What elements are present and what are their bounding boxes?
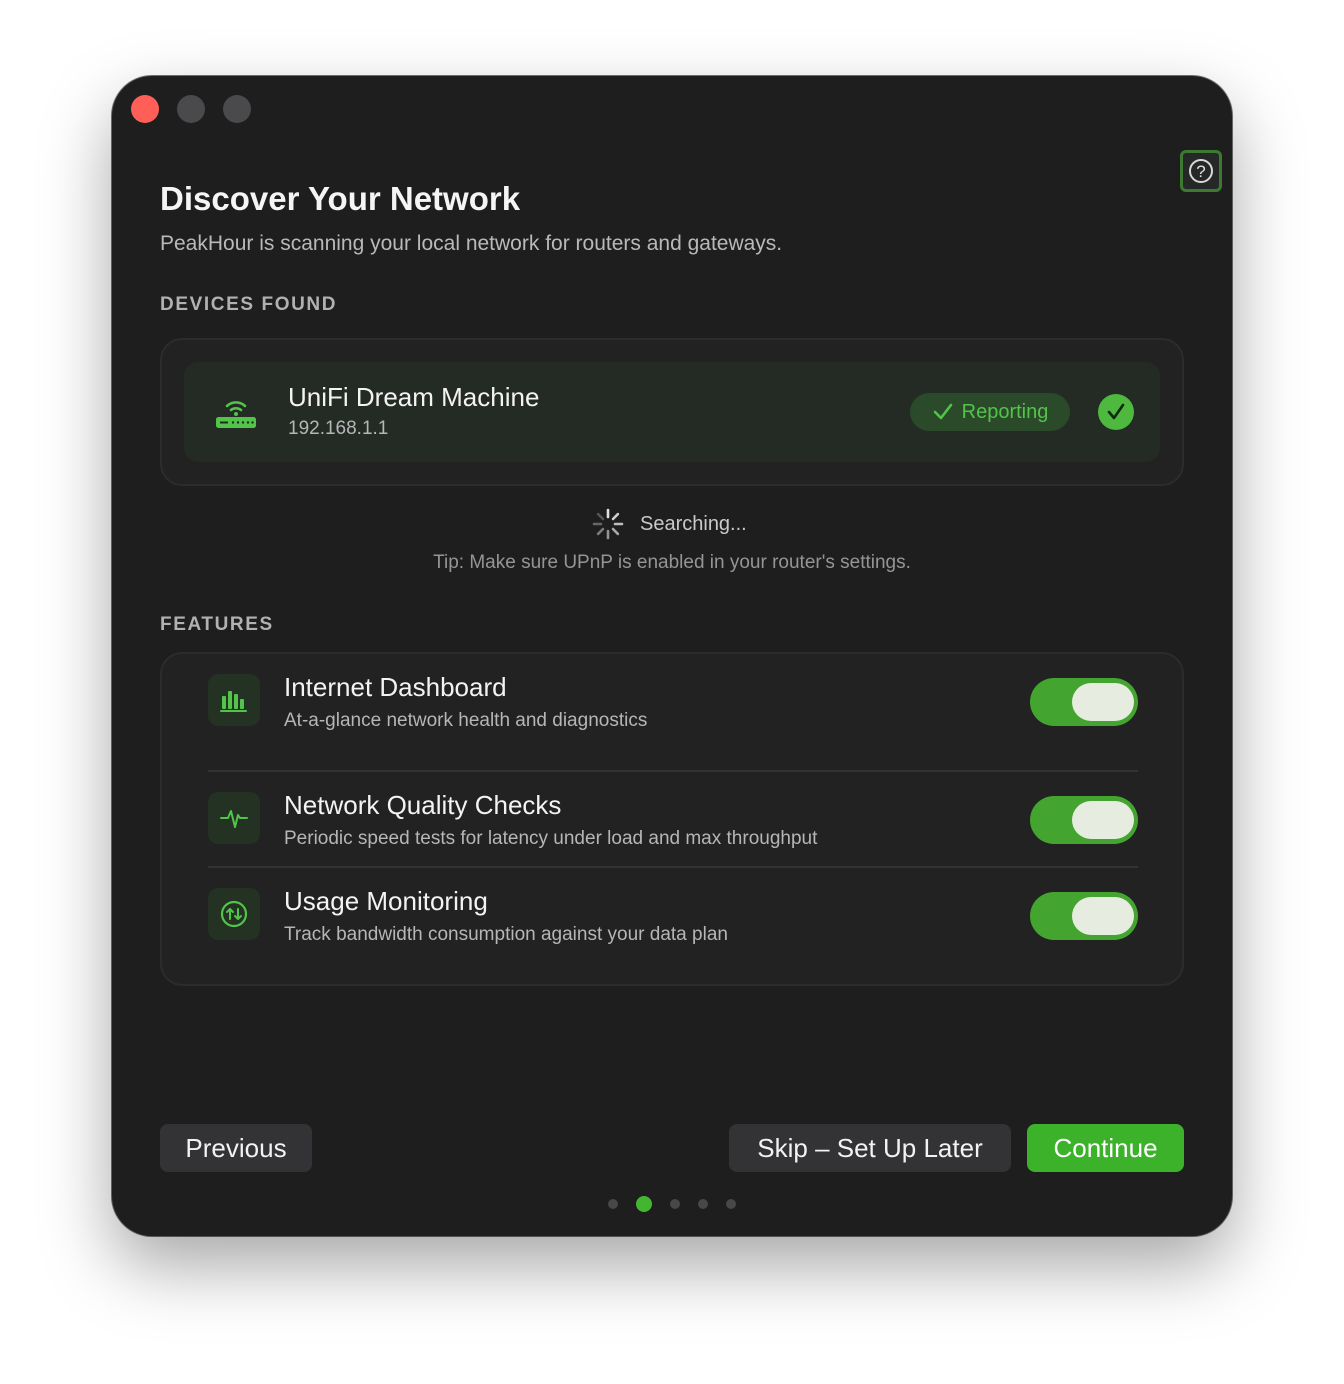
- page-dot[interactable]: [698, 1199, 708, 1209]
- toggle-knob: [1072, 897, 1134, 935]
- device-ip: 192.168.1.1: [288, 418, 389, 439]
- previous-button[interactable]: Previous: [160, 1124, 312, 1172]
- page-dot[interactable]: [726, 1199, 736, 1209]
- searching-text: Searching...: [640, 512, 747, 535]
- device-card[interactable]: UniFi Dream Machine 192.168.1.1 Reportin…: [184, 362, 1160, 462]
- feature-row-network-quality: Network Quality Checks Periodic speed te…: [208, 772, 1138, 868]
- feature-row-internet-dashboard: Internet Dashboard At-a-glance network h…: [208, 654, 1138, 750]
- reporting-badge: Reporting: [910, 393, 1070, 431]
- toggle-knob: [1072, 683, 1134, 721]
- minimize-window-button[interactable]: [177, 95, 205, 123]
- feature-description: Track bandwidth consumption against your…: [284, 924, 728, 945]
- devices-panel: UniFi Dream Machine 192.168.1.1 Reportin…: [160, 338, 1184, 486]
- feature-description: At-a-glance network health and diagnosti…: [284, 710, 648, 731]
- features-section-label: FEATURES: [160, 614, 274, 635]
- device-name: UniFi Dream Machine: [288, 382, 540, 412]
- searching-indicator: Searching...: [592, 508, 747, 540]
- skip-button[interactable]: Skip – Set Up Later: [729, 1124, 1011, 1172]
- page-subtitle: PeakHour is scanning your local network …: [160, 232, 783, 255]
- usage-monitoring-toggle[interactable]: [1030, 892, 1138, 940]
- onboarding-window: ? Discover Your Network PeakHour is scan…: [112, 76, 1232, 1236]
- transfer-arrows-icon: [208, 888, 260, 940]
- internet-dashboard-toggle[interactable]: [1030, 678, 1138, 726]
- waveform-icon: [208, 792, 260, 844]
- page-dot-active[interactable]: [636, 1196, 652, 1212]
- toggle-knob: [1072, 801, 1134, 839]
- feature-title: Usage Monitoring: [284, 886, 488, 916]
- devices-section-label: DEVICES FOUND: [160, 294, 338, 315]
- page-title: Discover Your Network: [160, 180, 521, 217]
- page-dot[interactable]: [608, 1199, 618, 1209]
- feature-description: Periodic speed tests for latency under l…: [284, 828, 818, 849]
- spinner-icon: [592, 508, 624, 540]
- zoom-window-button[interactable]: [223, 95, 251, 123]
- continue-button[interactable]: Continue: [1027, 1124, 1184, 1172]
- reporting-status-text: Reporting: [961, 400, 1049, 423]
- features-panel: Internet Dashboard At-a-glance network h…: [160, 652, 1184, 986]
- network-quality-toggle[interactable]: [1030, 796, 1138, 844]
- page-indicator: [608, 1196, 736, 1212]
- router-icon: [216, 401, 256, 428]
- checkmark-icon: [933, 403, 952, 420]
- router-tip: Tip: Make sure UPnP is enabled in your r…: [433, 552, 911, 573]
- bar-chart-icon: [208, 674, 260, 726]
- window-controls: [131, 95, 251, 123]
- close-window-button[interactable]: [131, 95, 159, 123]
- page-dot[interactable]: [670, 1199, 680, 1209]
- feature-title: Internet Dashboard: [284, 672, 507, 702]
- device-check-icon: [1098, 394, 1134, 430]
- feature-row-usage-monitoring: Usage Monitoring Track bandwidth consump…: [208, 868, 1138, 964]
- question-icon: ?: [1189, 159, 1213, 183]
- help-button[interactable]: ?: [1180, 150, 1222, 192]
- feature-title: Network Quality Checks: [284, 790, 562, 820]
- checkmark-circle-icon: [1107, 403, 1125, 420]
